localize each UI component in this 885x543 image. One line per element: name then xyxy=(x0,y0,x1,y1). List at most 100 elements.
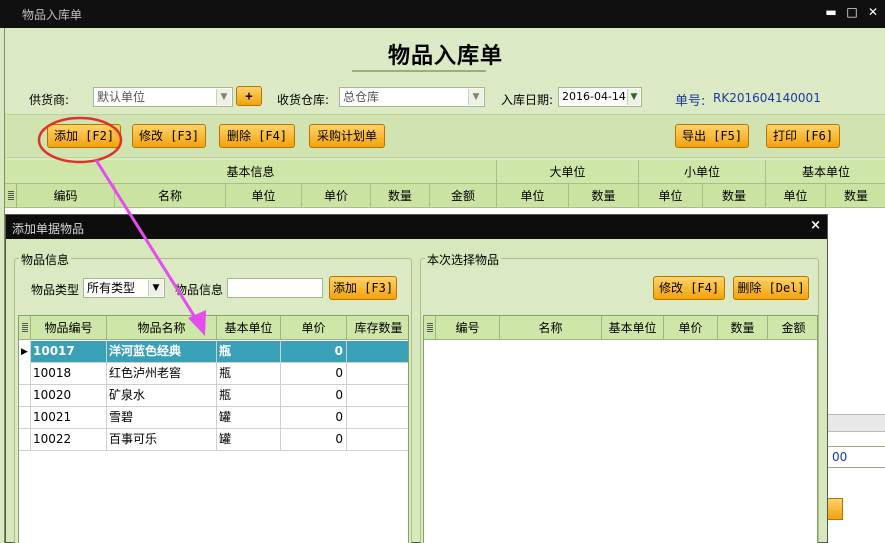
col-qty[interactable]: 数量 xyxy=(371,184,430,208)
supplier-value: 默认单位 xyxy=(97,90,146,104)
chevron-down-icon: ▼ xyxy=(148,280,163,296)
add-supplier-button[interactable]: + xyxy=(236,86,262,106)
col-item-code[interactable]: 物品编号 xyxy=(31,316,107,340)
table-row[interactable]: 10018 红色泸州老窖瓶 0 xyxy=(19,363,408,385)
dialog-edit-button[interactable]: 修改 [F4] xyxy=(653,276,725,300)
col-price[interactable]: 单价 xyxy=(302,184,371,208)
selected-items-group-title: 本次选择物品 xyxy=(425,251,502,268)
grid-grip-icon[interactable] xyxy=(424,316,436,340)
col-base-qty[interactable]: 数量 xyxy=(826,184,885,208)
col-sel-code[interactable]: 编号 xyxy=(436,316,500,340)
cell-price: 0 xyxy=(281,363,347,385)
grid-grip-icon[interactable] xyxy=(19,316,31,340)
cell-unit: 瓶 xyxy=(217,385,281,407)
grid-grip-icon[interactable] xyxy=(5,184,17,208)
window-title: 物品入库单 xyxy=(22,8,83,22)
dialog-delete-button[interactable]: 删除 [Del] xyxy=(733,276,809,300)
supplier-select[interactable]: 默认单位 ▼ xyxy=(93,87,233,107)
cell-name: 矿泉水 xyxy=(107,385,217,407)
table-row[interactable]: 10020 矿泉水瓶 0 xyxy=(19,385,408,407)
col-small-qty[interactable]: 数量 xyxy=(703,184,766,208)
edit-button[interactable]: 修改 [F3] xyxy=(132,124,206,148)
group-large-unit: 大单位 xyxy=(497,160,639,184)
export-button[interactable]: 导出 [F5] xyxy=(675,124,749,148)
cell-price: 0 xyxy=(281,385,347,407)
col-small-unit[interactable]: 单位 xyxy=(639,184,703,208)
col-sel-name[interactable]: 名称 xyxy=(500,316,602,340)
purchase-plan-button[interactable]: 采购计划单 xyxy=(309,124,385,148)
cell-stock xyxy=(347,429,408,451)
group-base-unit: 基本单位 xyxy=(801,165,850,179)
maximize-icon[interactable]: □ xyxy=(845,4,859,20)
delete-button[interactable]: 删除 [F4] xyxy=(219,124,295,148)
cell-code: 10018 xyxy=(31,363,107,385)
col-item-price[interactable]: 单价 xyxy=(281,316,347,340)
col-unit[interactable]: 单位 xyxy=(226,184,302,208)
group-small-unit: 小单位 xyxy=(639,160,766,184)
grid-column-header: 编码 名称 单位 单价 数量 金额 单位 数量 单位 数量 单位 数量 xyxy=(5,184,885,208)
item-list-header: 物品编号 物品名称 基本单位 单价 库存数量 xyxy=(19,316,408,340)
page-title: 物品入库单 xyxy=(387,44,503,69)
item-list-table: 物品编号 物品名称 基本单位 单价 库存数量 ▶ 10017 洋河蓝色经典瓶 0 100… xyxy=(18,315,409,543)
col-sel-price[interactable]: 单价 xyxy=(664,316,718,340)
cell-name: 百事可乐 xyxy=(107,429,217,451)
item-info-group: 物品信息 物品类型 所有类型 ▼ 物品信息 添加 [F3] 物品编号 物品名称 … xyxy=(14,251,412,543)
col-item-stock[interactable]: 库存数量 xyxy=(347,316,408,340)
minimize-icon[interactable]: ▬ xyxy=(824,4,838,20)
cell-name: 雪碧 xyxy=(107,407,217,429)
col-item-name[interactable]: 物品名称 xyxy=(107,316,217,340)
date-picker[interactable]: 2016-04-14 ▼ xyxy=(558,87,642,107)
table-row[interactable]: 10021 雪碧罐 0 xyxy=(19,407,408,429)
chevron-down-icon: ▼ xyxy=(627,89,640,105)
warehouse-label: 收货仓库: xyxy=(277,93,330,107)
cell-unit: 瓶 xyxy=(217,363,281,385)
col-code[interactable]: 编码 xyxy=(17,184,115,208)
col-base-unit[interactable]: 单位 xyxy=(766,184,826,208)
row-marker xyxy=(19,407,31,429)
selected-items-table: 编号 名称 基本单位 单价 数量 金额 xyxy=(423,315,818,543)
toolbar: 添加 [F2] 修改 [F3] 删除 [F4] 采购计划单 导出 [F5] 打印… xyxy=(5,114,885,158)
col-large-unit[interactable]: 单位 xyxy=(497,184,569,208)
supplier-label: 供货商: xyxy=(29,93,70,107)
row-marker xyxy=(19,363,31,385)
title-underline xyxy=(352,70,486,72)
close-icon[interactable]: ✕ xyxy=(866,4,880,20)
grid-group-header: 基本信息 大单位 小单位 基本单位 xyxy=(5,160,885,184)
selected-items-group: 本次选择物品 修改 [F4] 删除 [Del] 编号 名称 基本单位 单价 数量… xyxy=(420,251,819,543)
cell-price: 0 xyxy=(281,429,347,451)
print-button[interactable]: 打印 [F6] xyxy=(766,124,840,148)
dialog-titlebar: 添加单据物品 × xyxy=(6,215,827,239)
row-pointer-icon: ▶ xyxy=(19,341,31,363)
close-icon[interactable]: × xyxy=(810,218,821,233)
cell-unit: 罐 xyxy=(217,407,281,429)
add-button[interactable]: 添加 [F2] xyxy=(47,124,121,148)
item-info-input[interactable] xyxy=(227,278,323,298)
cell-stock xyxy=(347,407,408,429)
col-sel-qty[interactable]: 数量 xyxy=(718,316,768,340)
table-row[interactable]: 10022 百事可乐罐 0 xyxy=(19,429,408,451)
cell-price: 0 xyxy=(281,407,347,429)
warehouse-select[interactable]: 总仓库 ▼ xyxy=(339,87,485,107)
selected-items-header: 编号 名称 基本单位 单价 数量 金额 xyxy=(424,316,817,340)
item-type-label: 物品类型 xyxy=(31,283,80,297)
grid-horizontal-scrollbar[interactable] xyxy=(827,414,885,432)
col-sel-unit[interactable]: 基本单位 xyxy=(602,316,664,340)
save-button[interactable] xyxy=(827,498,843,520)
total-field: 00 xyxy=(827,446,885,468)
col-amount[interactable]: 金额 xyxy=(430,184,497,208)
col-large-qty[interactable]: 数量 xyxy=(569,184,639,208)
cell-code: 10020 xyxy=(31,385,107,407)
table-row[interactable]: ▶ 10017 洋河蓝色经典瓶 0 xyxy=(19,341,408,363)
docno-label: 单号: xyxy=(675,94,706,109)
cell-name: 洋河蓝色经典 xyxy=(107,341,217,363)
item-type-select[interactable]: 所有类型 ▼ xyxy=(83,278,165,298)
col-item-unit[interactable]: 基本单位 xyxy=(217,316,281,340)
col-sel-amount[interactable]: 金额 xyxy=(768,316,817,340)
row-marker xyxy=(19,429,31,451)
cell-code: 10021 xyxy=(31,407,107,429)
dialog-add-button[interactable]: 添加 [F3] xyxy=(329,276,397,300)
cell-stock xyxy=(347,385,408,407)
item-type-value: 所有类型 xyxy=(87,281,136,295)
col-name[interactable]: 名称 xyxy=(115,184,226,208)
docno-value: RK201604140001 xyxy=(713,91,821,105)
